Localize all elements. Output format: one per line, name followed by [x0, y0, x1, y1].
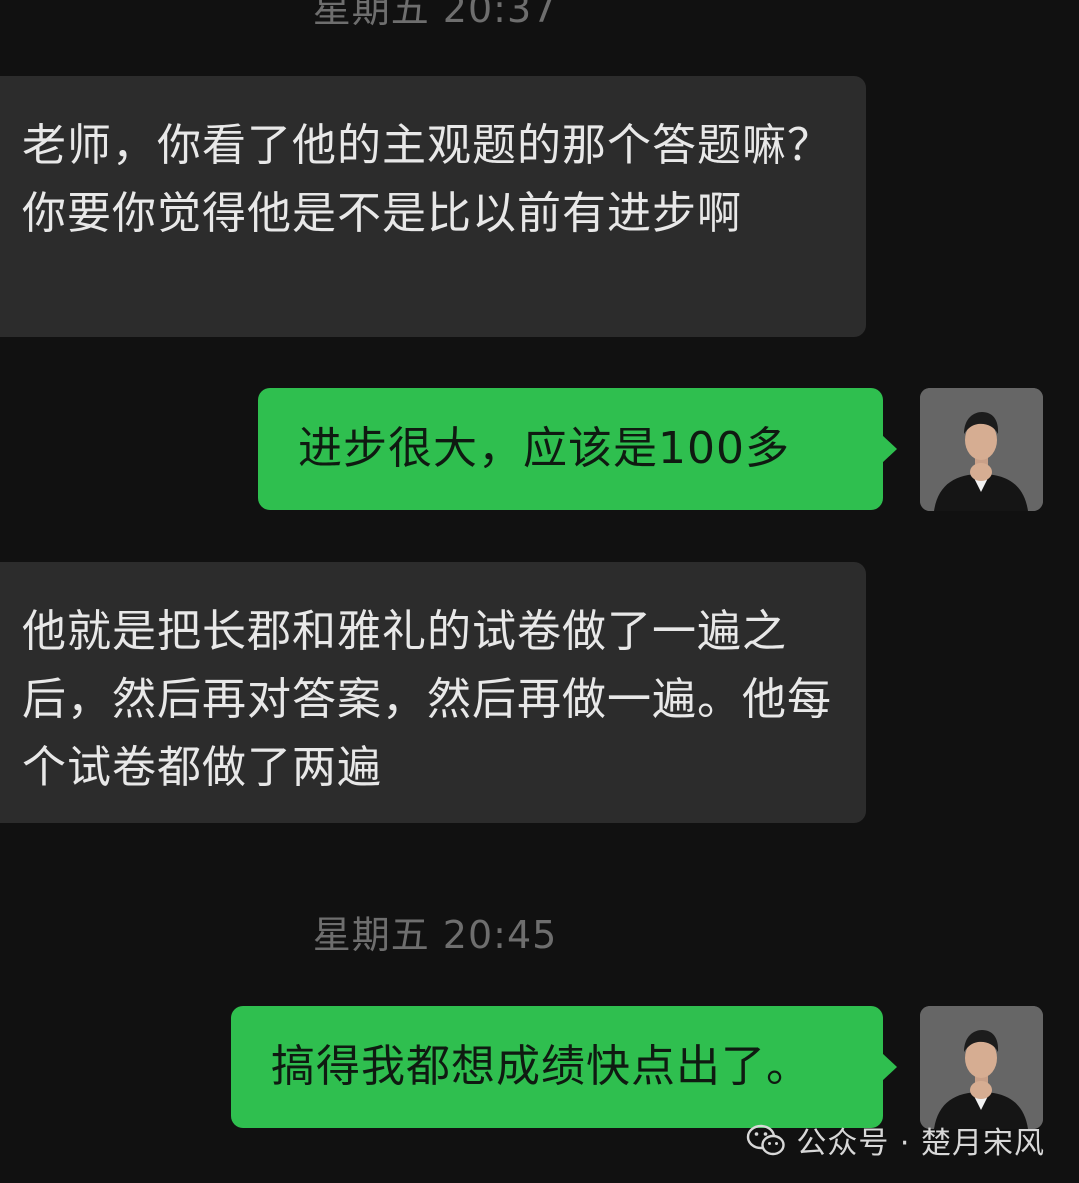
timestamp: 星期五 20:45 [312, 913, 558, 957]
message-text: 进步很大，应该是100多 [298, 423, 790, 474]
timestamp: 星期五 20:37 [312, 0, 558, 31]
person-icon [920, 388, 1043, 511]
message-text: 他就是把长郡和雅礼的试卷做了一遍之后，然后再对答案，然后再做一遍。他每个试卷都做… [22, 606, 832, 793]
outgoing-message-bubble[interactable]: 进步很大，应该是100多 [258, 388, 897, 510]
message-text: 老师，你看了他的主观题的那个答题嘛？你要你觉得他是不是比以前有进步啊 [22, 120, 832, 239]
avatar[interactable] [920, 388, 1043, 511]
watermark: 公众号 · 楚月宋风 [746, 1118, 1045, 1162]
incoming-message-bubble[interactable]: 老师，你看了他的主观题的那个答题嘛？你要你觉得他是不是比以前有进步啊 [0, 76, 866, 337]
wechat-icon [747, 1124, 786, 1156]
outgoing-message-bubble[interactable]: 搞得我都想成绩快点出了。 [231, 1006, 897, 1128]
incoming-message-bubble[interactable]: 他就是把长郡和雅礼的试卷做了一遍之后，然后再对答案，然后再做一遍。他每个试卷都做… [0, 562, 866, 823]
watermark-text: 公众号 · 楚月宋风 [796, 1126, 1045, 1161]
avatar[interactable] [920, 1006, 1043, 1129]
person-icon [920, 1006, 1043, 1129]
message-text: 搞得我都想成绩快点出了。 [271, 1041, 811, 1092]
